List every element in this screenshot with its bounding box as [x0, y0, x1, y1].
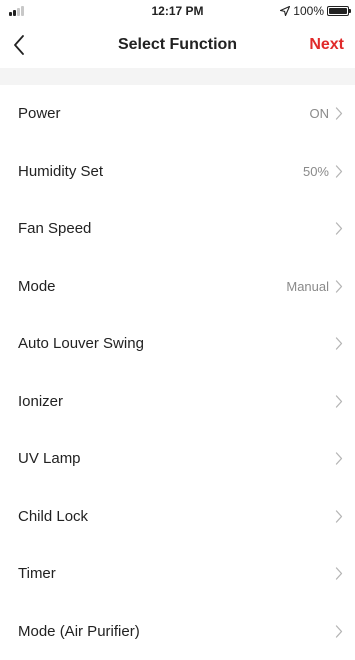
battery-icon: [327, 6, 349, 16]
function-name: Humidity Set: [18, 163, 303, 180]
function-row[interactable]: PowerON: [0, 85, 355, 143]
chevron-right-icon: [335, 567, 343, 580]
function-value: Manual: [286, 279, 329, 294]
nav-bar: Select Function Next: [0, 22, 355, 68]
chevron-right-icon: [335, 280, 343, 293]
function-name: Ionizer: [18, 393, 335, 410]
chevron-right-icon: [335, 510, 343, 523]
function-row[interactable]: Ionizer: [0, 373, 355, 431]
function-name: Fan Speed: [18, 220, 335, 237]
function-value: ON: [310, 106, 330, 121]
chevron-right-icon: [335, 395, 343, 408]
function-row[interactable]: Auto Louver Swing: [0, 315, 355, 373]
status-bar: 12:17 PM 100%: [0, 0, 355, 22]
function-name: Auto Louver Swing: [18, 335, 335, 352]
function-name: UV Lamp: [18, 450, 335, 467]
page-title: Select Function: [0, 36, 355, 54]
function-row[interactable]: ModeManual: [0, 258, 355, 316]
chevron-right-icon: [335, 452, 343, 465]
function-name: Power: [18, 105, 310, 122]
function-row[interactable]: Humidity Set50%: [0, 143, 355, 201]
status-right: 100%: [280, 3, 349, 19]
chevron-right-icon: [335, 337, 343, 350]
chevron-right-icon: [335, 625, 343, 638]
function-row[interactable]: Fan Speed: [0, 200, 355, 258]
function-row[interactable]: Child Lock: [0, 488, 355, 546]
battery-percent: 100%: [293, 4, 324, 18]
function-list: PowerONHumidity Set50%Fan SpeedModeManua…: [0, 85, 355, 660]
function-row[interactable]: UV Lamp: [0, 430, 355, 488]
chevron-right-icon: [335, 222, 343, 235]
location-arrow-icon: [280, 6, 290, 16]
function-name: Timer: [18, 565, 335, 582]
function-name: Mode (Air Purifier): [18, 623, 335, 640]
section-divider: [0, 68, 355, 85]
next-button[interactable]: Next: [309, 36, 344, 54]
function-name: Mode: [18, 278, 286, 295]
function-row[interactable]: Mode (Air Purifier): [0, 603, 355, 660]
chevron-right-icon: [335, 165, 343, 178]
chevron-right-icon: [335, 107, 343, 120]
function-value: 50%: [303, 164, 329, 179]
function-row[interactable]: Timer: [0, 545, 355, 603]
function-name: Child Lock: [18, 508, 335, 525]
